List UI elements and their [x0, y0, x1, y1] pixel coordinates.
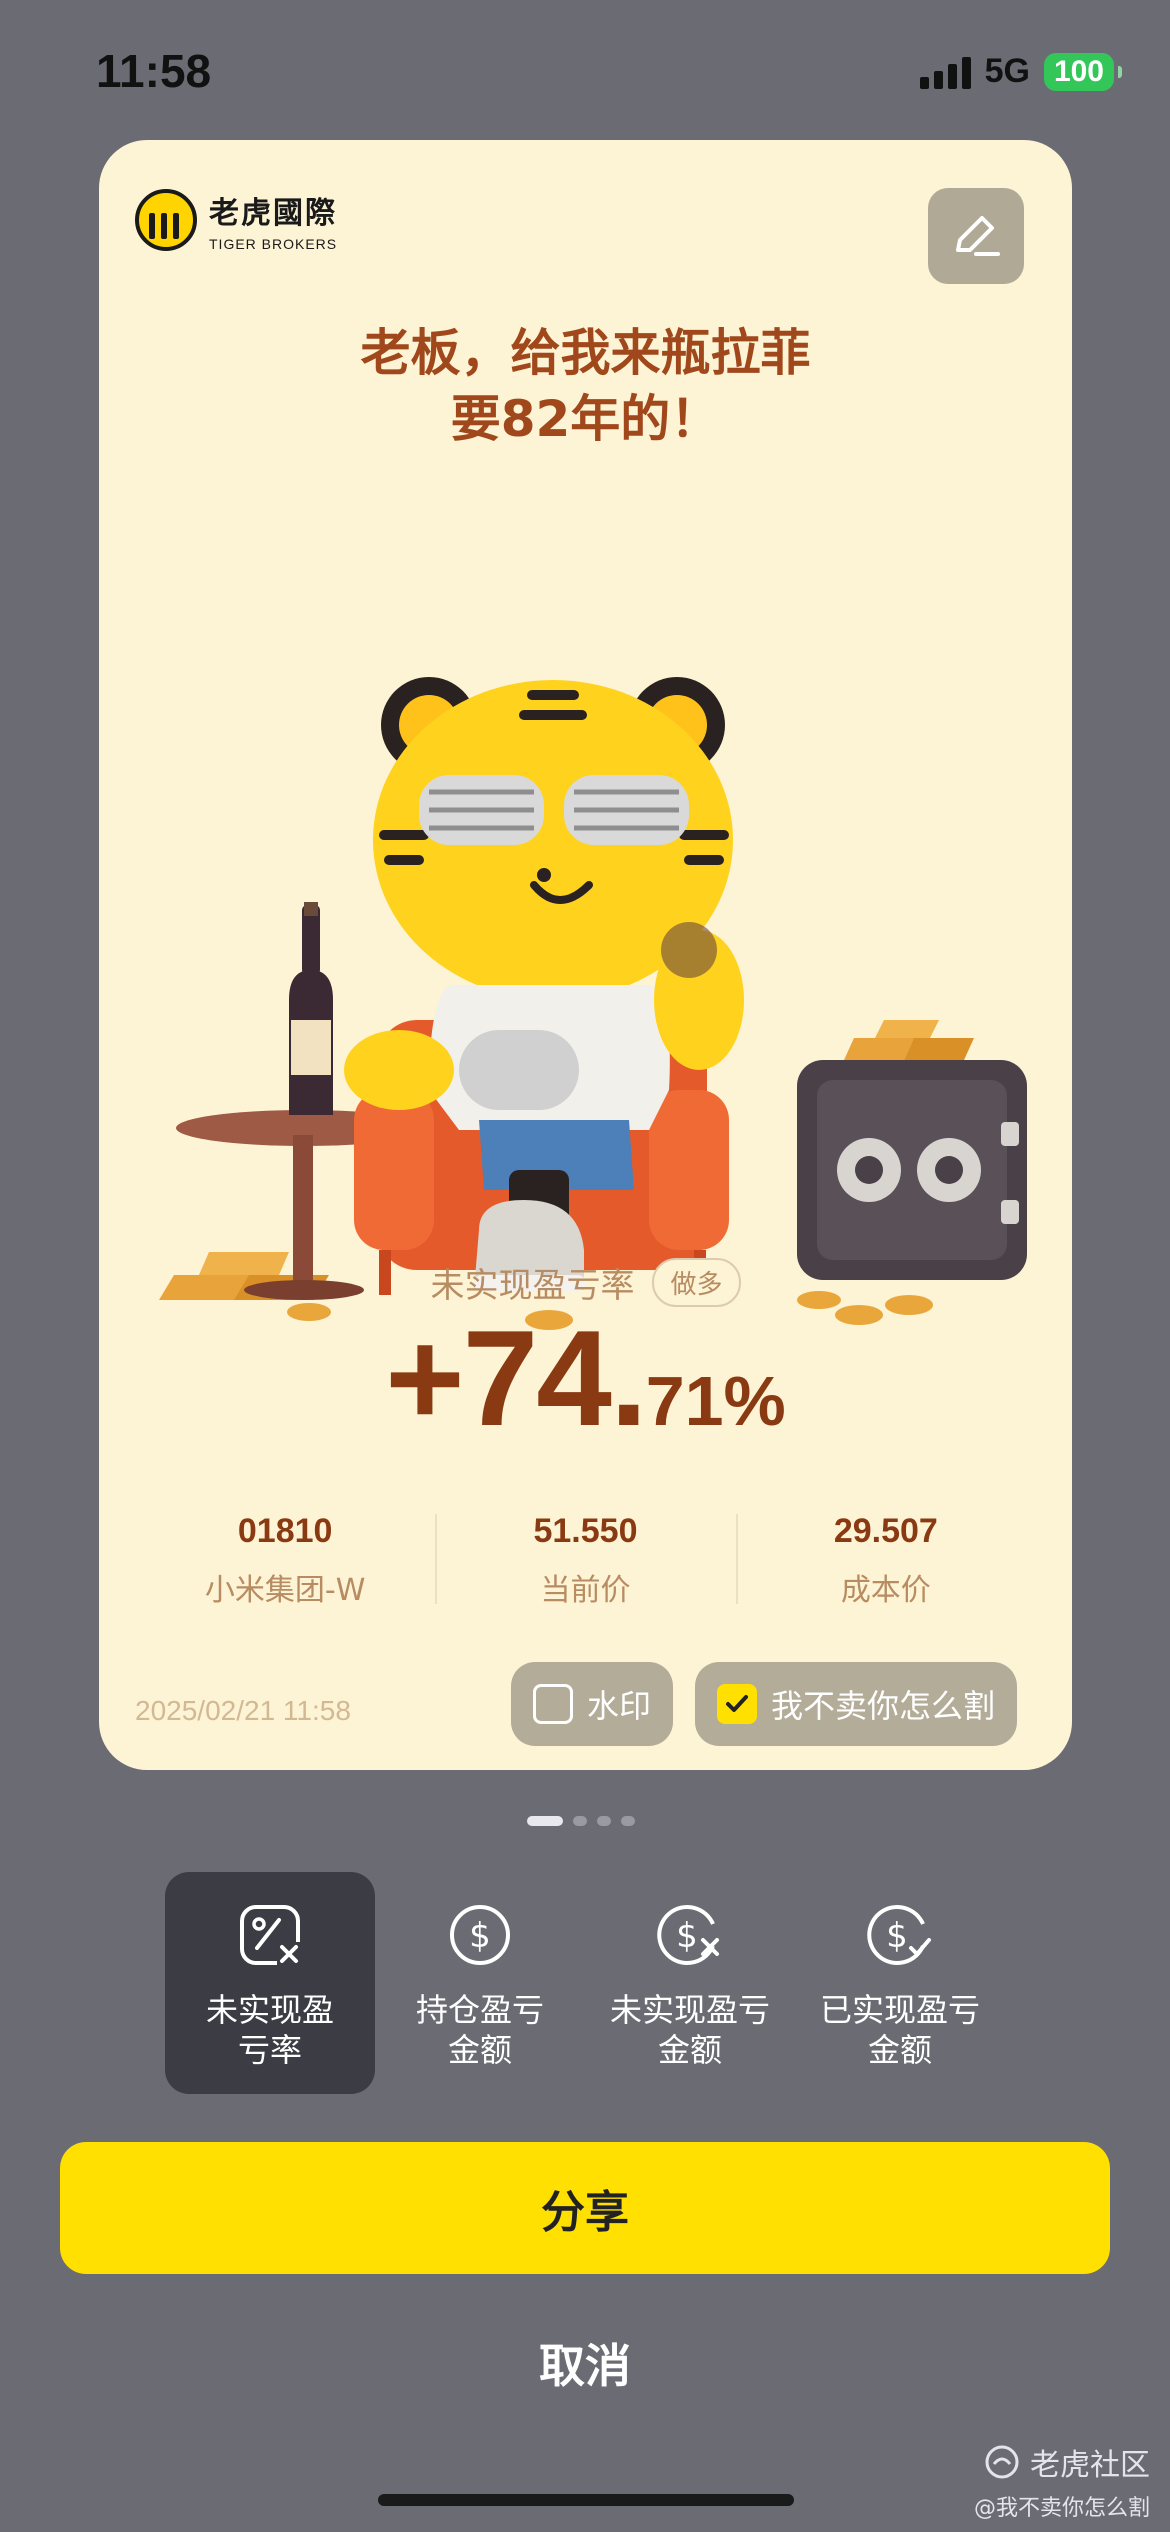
svg-text:$: $ — [469, 1916, 491, 1956]
metric-value-main: +74. — [385, 1302, 647, 1454]
caption-checkbox[interactable] — [717, 1684, 757, 1724]
share-card: 老虎國際 TIGER BROKERS 老板，给我来瓶拉菲 要82年的！ 未实现盈… — [99, 140, 1072, 1770]
status-time: 11:58 — [96, 45, 212, 97]
option-label: 未实现盈亏 金额 — [609, 1991, 770, 2069]
network-type: 5G — [984, 52, 1030, 90]
wine-bottle-icon — [289, 902, 333, 1115]
page-indicator — [527, 1816, 635, 1826]
ticker-name: 小米集团-W — [204, 1573, 366, 1608]
headline-line-2: 要82年的！ — [450, 390, 721, 448]
watermark-toggle[interactable]: 水印 — [511, 1662, 674, 1746]
card-timestamp: 2025/02/21 11:58 — [135, 1695, 351, 1726]
tiger-illustration — [159, 677, 1027, 1330]
stock-stats: 01810 小米集团-W 51.550 当前价 29.507 成本价 — [135, 1512, 1036, 1609]
safe-icon — [797, 1020, 1027, 1280]
metric-value: +74.71% — [99, 1300, 1072, 1456]
option-realized-amount[interactable]: $ 已实现盈亏 金额 — [795, 1872, 1005, 2094]
dollar-x-icon: $ — [657, 1905, 719, 1965]
svg-text:$: $ — [676, 1916, 698, 1956]
page-dot — [621, 1816, 635, 1826]
battery-icon: 100 — [1043, 52, 1123, 91]
status-indicators: 5G 100 — [919, 52, 1123, 91]
headline-line-1: 老板，给我来瓶拉菲 — [360, 324, 811, 382]
brand-logo: 老虎國際 TIGER BROKERS — [135, 188, 337, 252]
option-position-pnl[interactable]: $ 持仓盈亏 金额 — [375, 1872, 585, 2094]
option-unrealized-rate[interactable]: 未实现盈 亏率 — [165, 1872, 375, 2094]
stat-cost-price: 29.507 成本价 — [735, 1512, 1036, 1609]
dollar-icon: $ — [450, 1905, 510, 1965]
option-label: 未实现盈 亏率 — [205, 1991, 334, 2069]
percent-icon — [240, 1905, 303, 1968]
share-button[interactable]: 分享 — [60, 2142, 1110, 2274]
headline: 老板，给我来瓶拉菲 要82年的！ — [99, 320, 1072, 452]
page-dot — [527, 1816, 563, 1826]
brand-name-en: TIGER BROKERS — [209, 236, 338, 252]
svg-text:$: $ — [886, 1916, 908, 1956]
caption-toggle[interactable]: 我不卖你怎么割 — [695, 1662, 1018, 1746]
stat-ticker: 01810 小米集团-W — [135, 1512, 435, 1609]
metric-selector: 未实现盈 亏率 $ 持仓盈亏 金额 $ 未实现盈亏 金额 $ 已实现盈亏 金额 — [165, 1872, 1005, 2094]
option-label: 持仓盈亏 金额 — [415, 1991, 544, 2069]
caption-label: 我不卖你怎么割 — [771, 1687, 996, 1725]
page-dot — [573, 1816, 587, 1826]
checkmark-icon — [726, 1695, 748, 1712]
tiger-logo-icon — [135, 189, 197, 251]
pencil-icon — [956, 216, 1000, 256]
dollar-check-icon: $ — [867, 1905, 931, 1965]
watermark-checkbox[interactable] — [533, 1684, 573, 1724]
current-price-value: 51.550 — [533, 1512, 638, 1550]
metric-value-decimal: 71% — [645, 1362, 786, 1440]
stat-current-price: 51.550 当前价 — [435, 1512, 735, 1609]
signal-icon — [919, 55, 971, 89]
community-user: @我不卖你怎么割 — [973, 2496, 1150, 2521]
current-price-label: 当前价 — [540, 1573, 631, 1608]
option-unrealized-amount[interactable]: $ 未实现盈亏 金额 — [585, 1872, 795, 2094]
cost-price-value: 29.507 — [833, 1512, 938, 1550]
brand-name-cn: 老虎國際 — [209, 196, 337, 231]
edit-button[interactable] — [928, 188, 1024, 284]
share-sheet-screen: 11:58 5G 100 老虎國際 TIGER BROKERS 老板，给我来瓶拉… — [0, 0, 1170, 2532]
cost-price-label: 成本价 — [840, 1573, 931, 1608]
community-watermark: 老虎社区 @我不卖你怎么割 — [974, 2440, 1150, 2522]
watermark-label: 水印 — [587, 1687, 652, 1725]
ticker-code: 01810 — [237, 1512, 333, 1550]
option-label: 已实现盈亏 金额 — [819, 1991, 980, 2069]
tiger-community-icon — [985, 2445, 1019, 2479]
cancel-button[interactable]: 取消 — [0, 2330, 1170, 2396]
page-dot — [597, 1816, 611, 1826]
community-name: 老虎社区 — [1030, 2448, 1150, 2483]
home-indicator[interactable] — [378, 2494, 794, 2506]
